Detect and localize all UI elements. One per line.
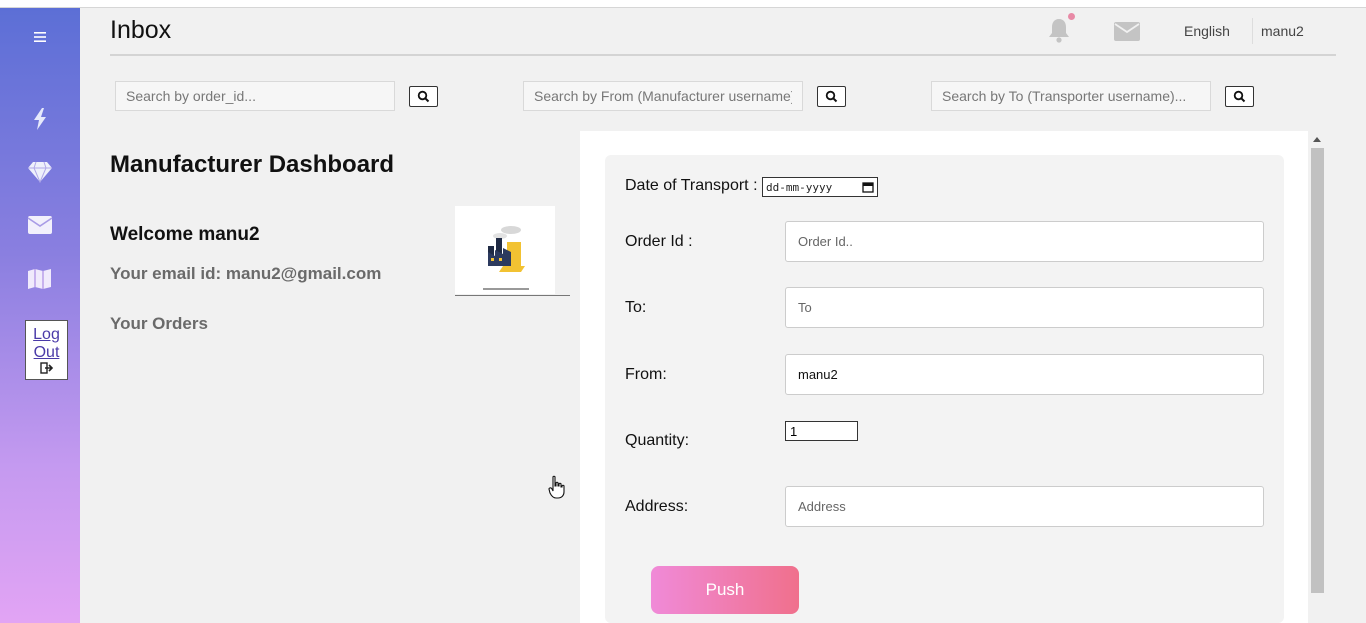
header-divider	[1252, 18, 1253, 44]
map-icon[interactable]	[0, 268, 80, 290]
search-icon	[825, 90, 838, 103]
scrollbar-thumb[interactable]	[1311, 148, 1324, 593]
search-order-input[interactable]	[115, 81, 395, 111]
user-email: Your email id: manu2@gmail.com	[110, 264, 382, 283]
user-menu[interactable]: manu2	[1261, 23, 1304, 39]
logout-label-line2: Out	[33, 344, 60, 361]
search-to-input[interactable]	[931, 81, 1211, 111]
factory-logo	[455, 206, 555, 294]
diamond-icon[interactable]	[0, 161, 80, 183]
calendar-icon[interactable]	[862, 181, 874, 193]
search-icon	[417, 90, 430, 103]
sign-out-icon	[39, 362, 53, 374]
notification-dot	[1068, 13, 1075, 20]
scroll-up-arrow[interactable]	[1313, 137, 1321, 142]
quantity-input[interactable]	[785, 421, 858, 441]
push-button[interactable]: Push	[651, 566, 799, 614]
envelope-icon[interactable]	[1114, 22, 1140, 46]
welcome-text: Welcome manu2	[110, 224, 260, 245]
to-label: To:	[625, 299, 647, 316]
from-input[interactable]	[785, 354, 1264, 395]
search-from-input[interactable]	[523, 81, 803, 111]
bolt-icon[interactable]	[0, 108, 80, 130]
logo-divider	[455, 295, 570, 296]
search-from-button[interactable]	[817, 86, 846, 107]
search-icon	[1233, 90, 1246, 103]
header-divider-line	[110, 54, 1336, 56]
hand-cursor-icon	[548, 475, 566, 504]
menu-icon[interactable]	[0, 30, 80, 44]
bell-icon[interactable]	[1047, 17, 1071, 48]
language-selector[interactable]: English	[1184, 23, 1230, 39]
address-label: Address:	[625, 498, 689, 515]
mail-icon[interactable]	[0, 215, 80, 235]
quantity-label: Quantity:	[625, 432, 690, 449]
orders-heading: Your Orders	[110, 314, 208, 333]
date-label: Date of Transport :	[625, 177, 758, 194]
page-title: Inbox	[110, 16, 172, 44]
logout-button[interactable]: Log Out	[25, 320, 68, 380]
search-order-button[interactable]	[409, 86, 438, 107]
to-input[interactable]	[785, 287, 1264, 328]
sidebar: Log Out	[0, 8, 80, 623]
order-id-label: Order Id :	[625, 233, 693, 250]
logout-label-line1: Log	[33, 326, 60, 343]
top-border	[0, 0, 1366, 8]
dashboard-title: Manufacturer Dashboard	[110, 151, 395, 178]
date-placeholder: dd-mm-yyyy	[766, 180, 833, 194]
search-to-button[interactable]	[1225, 86, 1254, 107]
order-id-input[interactable]	[785, 221, 1264, 262]
address-input[interactable]	[785, 486, 1264, 527]
date-input[interactable]: dd-mm-yyyy	[762, 177, 878, 197]
from-label: From:	[625, 366, 667, 383]
